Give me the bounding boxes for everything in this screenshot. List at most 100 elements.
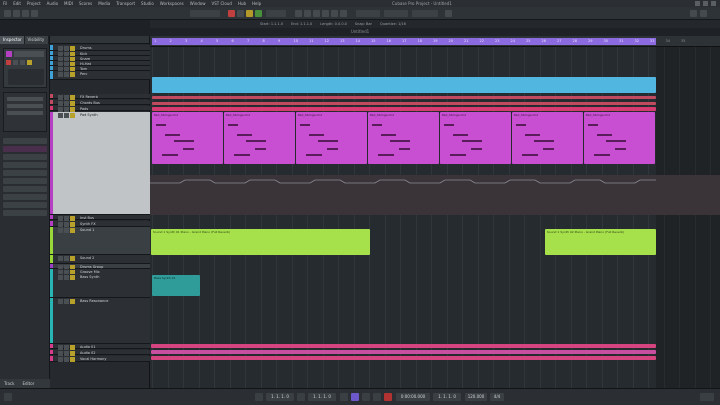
- monitor-icon[interactable]: [13, 60, 18, 65]
- erase-tool-icon[interactable]: [331, 10, 338, 17]
- solo-icon[interactable]: [64, 228, 69, 233]
- folder-icon[interactable]: [70, 72, 75, 77]
- snap-type-select[interactable]: [356, 10, 380, 17]
- inspector-section-quick-controls[interactable]: [3, 178, 47, 184]
- track-header[interactable]: Audio 02: [50, 350, 150, 356]
- windows-icon[interactable]: [700, 10, 707, 17]
- solo-icon[interactable]: [64, 113, 69, 118]
- solo-icon[interactable]: [64, 72, 69, 77]
- solo-icon[interactable]: [64, 299, 69, 304]
- inspector-section-fx[interactable]: [3, 194, 47, 200]
- menu-item[interactable]: Studio: [138, 0, 157, 7]
- tab-inspector[interactable]: Inspector: [0, 36, 25, 44]
- track-header[interactable]: Perc: [50, 71, 150, 80]
- midi-part-pad[interactable]: Pad_Strings.mid: [512, 112, 583, 164]
- pads-strip[interactable]: [152, 107, 656, 111]
- rewind-icon[interactable]: [340, 393, 348, 401]
- solo-icon[interactable]: [64, 357, 69, 362]
- track-color-swatch[interactable]: [6, 51, 12, 57]
- track-name-field[interactable]: [14, 51, 44, 57]
- channel-field[interactable]: [7, 111, 43, 115]
- workspace-icon[interactable]: [690, 10, 697, 17]
- menu-item[interactable]: Hub: [235, 0, 249, 7]
- quantize-select[interactable]: [412, 10, 438, 17]
- inspector-section-expression[interactable]: [3, 146, 47, 152]
- cycle-icon[interactable]: [351, 393, 359, 401]
- mute-icon[interactable]: [58, 72, 63, 77]
- mute-icon[interactable]: [20, 60, 25, 65]
- track-header[interactable]: FX Reverb: [50, 94, 150, 100]
- glue-tool-icon[interactable]: [322, 10, 329, 17]
- inspector-section-strip[interactable]: [3, 202, 47, 208]
- audio01-clip[interactable]: [151, 344, 656, 348]
- play-icon[interactable]: [237, 10, 244, 17]
- record-enable-icon[interactable]: [6, 60, 11, 65]
- transport-menu-icon[interactable]: [4, 393, 12, 401]
- menu-item[interactable]: Window: [187, 0, 209, 7]
- color-icon[interactable]: [445, 10, 452, 17]
- track-header[interactable]: Bass Synth: [50, 274, 150, 298]
- track-header[interactable]: Vocal Harmony: [50, 356, 150, 362]
- transport-settings-icon[interactable]: [700, 393, 714, 401]
- track-header[interactable]: Audio 01: [50, 344, 150, 350]
- menu-item[interactable]: Transport: [113, 0, 138, 7]
- left-locator[interactable]: 1. 1. 1. 0: [266, 393, 294, 401]
- info-line-field[interactable]: Snap: Bar: [355, 20, 372, 28]
- tab-editor[interactable]: Editor: [18, 379, 38, 388]
- signature-display[interactable]: 4/4: [490, 393, 504, 401]
- solo-icon[interactable]: [27, 60, 32, 65]
- close-icon[interactable]: [711, 1, 716, 6]
- sound1-clip-1[interactable]: Sound 1 Synth 01 Piano - Grand Piano (Fu…: [151, 229, 370, 255]
- menu-item[interactable]: Help: [249, 0, 264, 7]
- mute-icon[interactable]: [58, 256, 63, 261]
- midi-part-pad[interactable]: Pad_Strings.mid: [296, 112, 367, 164]
- inspector-section-inserts[interactable]: [3, 138, 47, 144]
- tempo-display[interactable]: 120.000: [465, 393, 487, 401]
- timeline-ruler[interactable]: 1 2 3 4 5 6 7 8 9 10 11 12 13 14 15 16 17 18 19 20 21 22 23 24 2…: [150, 36, 720, 47]
- mute-icon[interactable]: [58, 113, 63, 118]
- inspector-toggle-icon[interactable]: [4, 10, 11, 17]
- menu-item[interactable]: Media: [95, 0, 113, 7]
- bar-display[interactable]: 1. 1. 1. 0: [433, 393, 461, 401]
- menu-item[interactable]: Scores: [76, 0, 95, 7]
- folder-icon[interactable]: [70, 357, 75, 362]
- track-header[interactable]: Pads: [50, 106, 150, 112]
- info-line-field[interactable]: Length: 0.0.0.0: [320, 20, 347, 28]
- toolbar-icon[interactable]: [22, 10, 29, 17]
- track-header[interactable]: Inst Bus: [50, 215, 150, 221]
- time-display[interactable]: 0:00:00.000: [396, 393, 430, 401]
- folder-icon[interactable]: [70, 299, 75, 304]
- info-line-toggle-icon[interactable]: [13, 10, 20, 17]
- folder-icon[interactable]: [70, 228, 75, 233]
- listen-icon[interactable]: [246, 10, 253, 17]
- bass-synth-clip[interactable]: Bass Synth 01: [152, 275, 200, 296]
- menu-item[interactable]: Fil: [0, 0, 10, 7]
- track-header[interactable]: Sound 1: [50, 227, 150, 255]
- midi-part-pad[interactable]: Pad_Strings.mid: [440, 112, 511, 164]
- output-routing-field[interactable]: [7, 104, 43, 108]
- menu-item[interactable]: Workspaces: [157, 0, 187, 7]
- track-header[interactable]: Sound 2: [50, 255, 150, 264]
- mute-icon[interactable]: [58, 357, 63, 362]
- volume-pan-area[interactable]: [8, 69, 44, 85]
- menu-item[interactable]: VST Cloud: [209, 0, 235, 7]
- track-header[interactable]: Pad Synth: [50, 112, 150, 215]
- inspector-section-notepad[interactable]: [3, 170, 47, 176]
- automation-mode-select[interactable]: [190, 10, 220, 17]
- project-window-event-display[interactable]: 1 2 3 4 5 6 7 8 9 10 11 12 13 14 15 16 17 18 19 20 21 22 23 24 2…: [150, 36, 720, 388]
- inspector-section-eq[interactable]: [3, 210, 47, 216]
- vocal-harmony-clip[interactable]: [151, 356, 656, 360]
- track-header[interactable]: Chords Bus: [50, 100, 150, 106]
- fx-reverb-strip[interactable]: [152, 96, 656, 99]
- midi-part-pad[interactable]: Pad_Strings.mid: [224, 112, 295, 164]
- mixer-icon[interactable]: [31, 10, 38, 17]
- mute-icon[interactable]: [58, 228, 63, 233]
- play-icon[interactable]: [373, 393, 381, 401]
- object-select-tool-icon[interactable]: [295, 10, 302, 17]
- maximize-icon[interactable]: [703, 1, 708, 6]
- range-tool-icon[interactable]: [304, 10, 311, 17]
- folder-icon[interactable]: [70, 275, 75, 280]
- punch-in-icon[interactable]: [255, 393, 263, 401]
- drums-clip[interactable]: [152, 77, 656, 93]
- transport-mini[interactable]: [266, 10, 286, 17]
